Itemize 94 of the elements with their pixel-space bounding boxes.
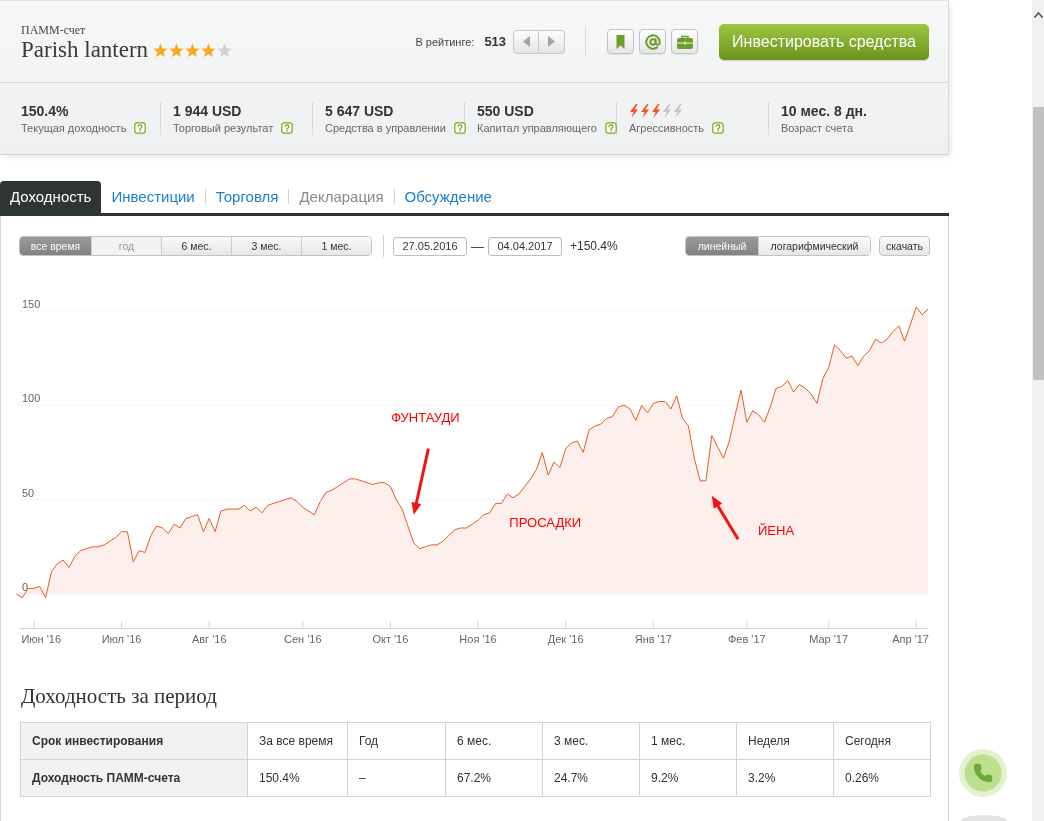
scrollbar-thumb[interactable] [1033, 107, 1044, 380]
scrollbar-track[interactable] [1032, 0, 1044, 821]
table-cell: 9.2% [639, 759, 737, 797]
lightning-icon [651, 104, 661, 118]
tab[interactable]: Инвестиции [101, 181, 205, 213]
star-icon [201, 43, 217, 58]
row-header: Доходность ПАММ-счета [20, 759, 248, 797]
axis-label: Фев '17 [728, 633, 766, 645]
axis-label: Янв '17 [634, 633, 672, 645]
axis-label: Дек '16 [547, 633, 584, 645]
rating-label: В рейтинге: [415, 35, 475, 48]
help-icon[interactable] [134, 121, 147, 134]
stat-value: 10 мес. 8 дн. [781, 102, 867, 120]
help-icon[interactable] [453, 121, 466, 134]
tab[interactable]: Доходность [0, 181, 102, 213]
tab[interactable]: Обсуждение [394, 181, 502, 213]
lightning-icon [640, 104, 650, 118]
table-cell: 24.7% [542, 759, 640, 797]
portfolio-button[interactable] [671, 29, 699, 54]
axis-label: 50 [22, 486, 35, 499]
phone-button[interactable] [959, 749, 1007, 797]
table-cell: Сегодня [833, 722, 931, 760]
axis-label: Апр '17 [892, 633, 929, 645]
phone-icon [973, 763, 993, 783]
email-button[interactable] [639, 29, 667, 54]
star-icon [169, 43, 185, 58]
at-sign-icon [644, 33, 661, 50]
stat-label: Средства в управлении [325, 121, 446, 134]
scale-button[interactable]: логарифмический [758, 237, 870, 255]
stat-value: 150.4% [21, 102, 69, 120]
table-cell: 150.4% [247, 759, 348, 797]
caret-left-icon [522, 36, 530, 47]
change-value: +150.4% [570, 239, 618, 253]
annotation-label: ПРОСАДКИ [509, 515, 582, 531]
date-field[interactable]: 27.05.2016 [393, 236, 467, 256]
help-icon[interactable] [712, 121, 725, 134]
table-cell: 3 мес. [542, 722, 640, 760]
table-cell: 0.26% [833, 759, 931, 797]
annotation-label: ФУНТАУДИ [391, 409, 460, 425]
rating-value: 513 [484, 34, 507, 49]
account-type-label: ПАММ-счет [21, 22, 86, 37]
table-cell: 3.2% [736, 759, 834, 797]
axis-label: 150 [22, 297, 41, 310]
period-button[interactable]: 3 мес. [231, 237, 301, 255]
axis-label: Сен '16 [283, 633, 322, 645]
bookmark-icon [616, 34, 626, 49]
axis-label: Авг '16 [191, 633, 227, 645]
star-icon [217, 43, 233, 58]
axis-label: Июл '16 [101, 633, 142, 645]
previous-button[interactable] [513, 29, 540, 54]
axis-label: Мар '17 [809, 633, 849, 645]
tab[interactable]: Торговля [205, 181, 289, 213]
period-button[interactable]: 1 мес. [301, 237, 371, 255]
table-cell: 1 мес. [639, 722, 737, 760]
star-icon [153, 43, 169, 58]
stat-label: Текущая доходность [21, 121, 127, 134]
bookmark-button[interactable] [607, 29, 635, 54]
axis-label: Окт '16 [372, 633, 409, 645]
table-cell: За все время [247, 722, 348, 760]
next-button[interactable] [539, 29, 566, 54]
star-icon [185, 43, 201, 58]
period-button[interactable]: 6 мес. [161, 237, 231, 255]
table-cell: 6 мес. [445, 722, 543, 760]
caret-right-icon [548, 36, 556, 47]
account-name: Parish lantern [21, 36, 149, 63]
axis-label: 100 [22, 392, 41, 405]
axis-label: Ноя '16 [459, 633, 497, 645]
table-cell: Год [347, 722, 446, 760]
stat-label: Капитал управляющего [477, 121, 597, 134]
row-header: Срок инвестирования [20, 722, 248, 760]
date-field[interactable]: 04.04.2017 [488, 236, 562, 256]
section-title: Доходность за период [21, 684, 217, 708]
stat-label: Агрессивность [629, 121, 705, 134]
download-button[interactable]: скачать [879, 236, 930, 256]
stat-value: 1 944 USD [173, 102, 242, 120]
help-icon[interactable] [605, 121, 617, 134]
annotation-arrow [711, 495, 740, 541]
stat-value: 550 USD [477, 102, 534, 120]
lightning-icon [629, 104, 639, 118]
lightning-icon [673, 104, 683, 118]
stat-label: Возраст счета [781, 121, 854, 134]
help-icon[interactable] [281, 121, 294, 134]
table-cell: 67.2% [445, 759, 543, 797]
stat-value: 5 647 USD [325, 102, 394, 120]
axis-label: 0 [22, 581, 29, 593]
annotation-arrow [411, 448, 430, 515]
lightning-icon [662, 104, 672, 118]
table-cell: – [347, 759, 446, 797]
axis-label: Июн '16 [21, 633, 62, 645]
briefcase-icon [676, 34, 693, 49]
date-separator: — [471, 238, 484, 254]
stat-label: Торговый результат [173, 121, 274, 134]
annotation-label: ЙЕНА [758, 522, 795, 538]
table-cell: Неделя [736, 722, 834, 760]
